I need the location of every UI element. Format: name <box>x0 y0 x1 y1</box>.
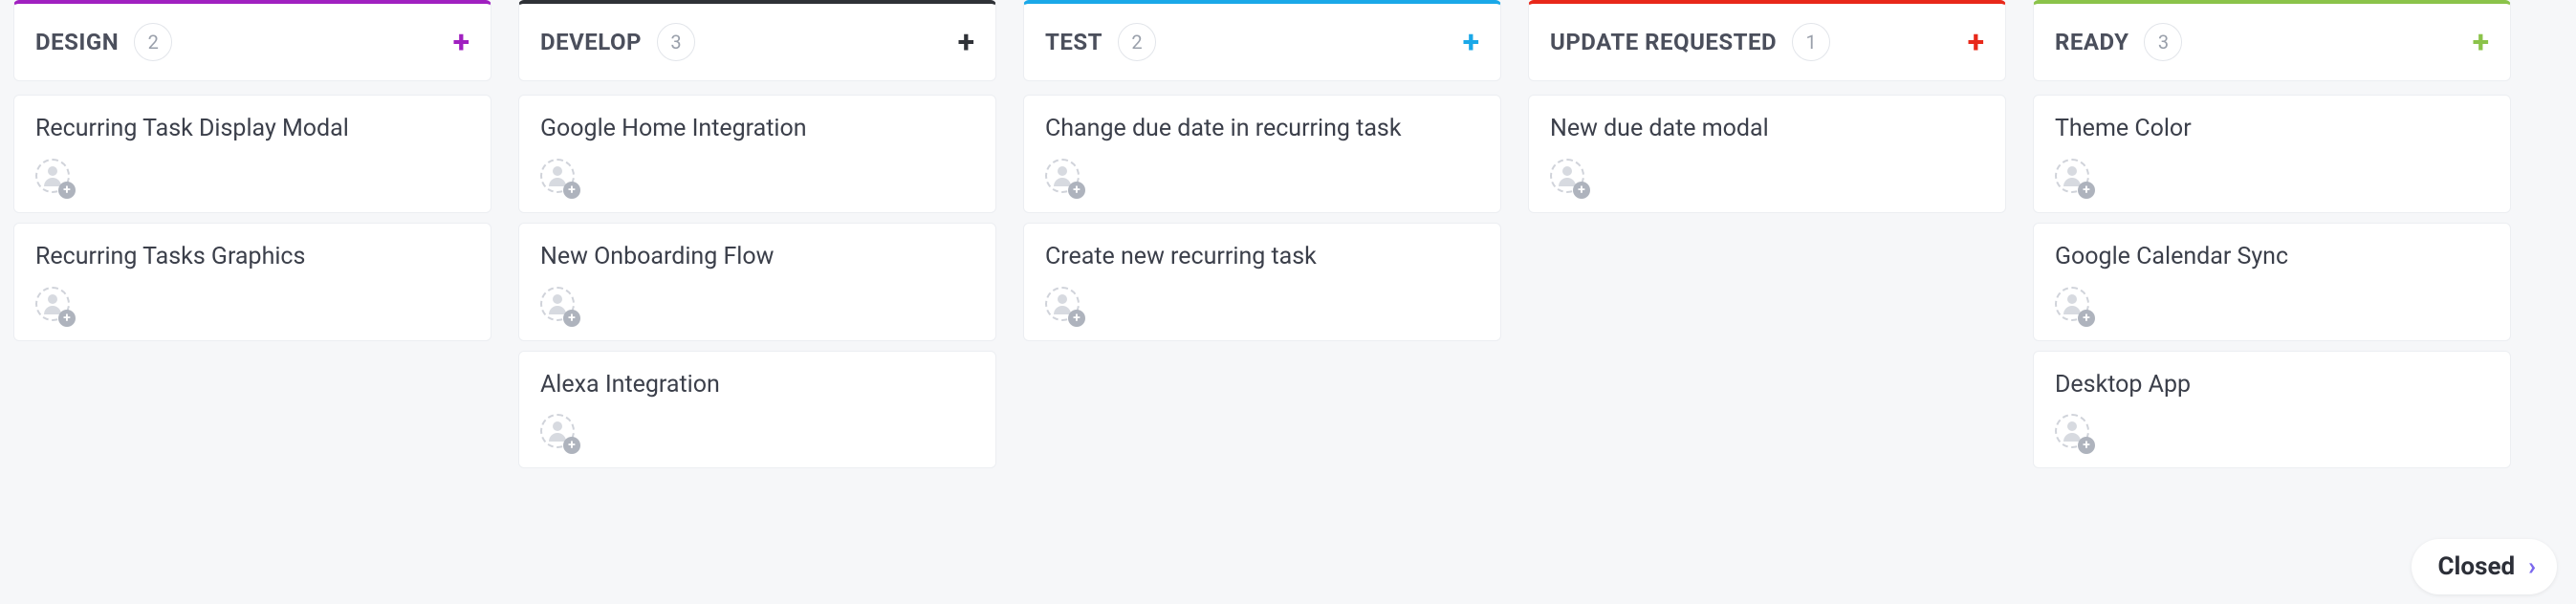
task-card[interactable]: Alexa Integration + <box>518 351 996 469</box>
column-count-badge: 2 <box>1118 23 1156 61</box>
task-title: Recurring Tasks Graphics <box>35 241 469 273</box>
column-header[interactable]: DEVELOP 3 + <box>518 0 996 81</box>
task-card[interactable]: Google Calendar Sync + <box>2033 223 2511 341</box>
plus-icon: + <box>1068 310 1085 327</box>
column-cards: Recurring Task Display Modal+Recurring T… <box>13 95 491 341</box>
task-title: Google Calendar Sync <box>2055 241 2489 273</box>
column-count-badge: 3 <box>2144 23 2182 61</box>
add-assignee-button[interactable]: + <box>540 414 579 452</box>
add-assignee-button[interactable]: + <box>1045 287 1083 325</box>
plus-icon: + <box>58 182 76 199</box>
task-title: Theme Color <box>2055 113 2489 145</box>
task-card[interactable]: Google Home Integration + <box>518 95 996 213</box>
add-assignee-button[interactable]: + <box>2055 159 2093 197</box>
column-title: READY <box>2055 29 2128 55</box>
add-assignee-button[interactable]: + <box>1045 159 1083 197</box>
column-header-left: DEVELOP 3 <box>540 23 695 61</box>
add-task-button[interactable]: + <box>958 27 974 57</box>
plus-icon: + <box>1068 182 1085 199</box>
task-title: New due date modal <box>1550 113 1984 145</box>
task-card[interactable]: New due date modal + <box>1528 95 2006 213</box>
add-assignee-button[interactable]: + <box>1550 159 1588 197</box>
task-card[interactable]: Recurring Task Display Modal + <box>13 95 491 213</box>
column-header-left: TEST 2 <box>1045 23 1156 61</box>
plus-icon: + <box>2078 182 2095 199</box>
column-design: DESIGN2+Recurring Task Display Modal+Rec… <box>13 0 491 341</box>
task-card[interactable]: Change due date in recurring task + <box>1023 95 1501 213</box>
chevron-right-icon: › <box>2528 552 2536 581</box>
column-count-badge: 3 <box>657 23 695 61</box>
plus-icon: + <box>1573 182 1590 199</box>
column-header-left: READY 3 <box>2055 23 2182 61</box>
task-title: Create new recurring task <box>1045 241 1479 273</box>
task-title: Google Home Integration <box>540 113 974 145</box>
column-ready: READY 3 + Theme Color + Google Calendar Sync +… <box>2033 0 2511 468</box>
task-card[interactable]: Recurring Tasks Graphics + <box>13 223 491 341</box>
task-card[interactable]: New Onboarding Flow + <box>518 223 996 341</box>
task-title: Change due date in recurring task <box>1045 113 1479 145</box>
add-assignee-button[interactable]: + <box>35 159 74 197</box>
plus-icon: + <box>2078 437 2095 454</box>
add-task-button[interactable]: + <box>2473 27 2489 57</box>
column-develop: DEVELOP3+Google Home Integration+New Onb… <box>518 0 996 468</box>
add-assignee-button[interactable]: + <box>540 159 579 197</box>
plus-icon: + <box>563 437 580 454</box>
task-title: Alexa Integration <box>540 369 974 401</box>
task-card[interactable]: Theme Color + <box>2033 95 2511 213</box>
column-title: TEST <box>1045 29 1102 55</box>
column-header[interactable]: DESIGN 2 + <box>13 0 491 81</box>
column-header-left: UPDATE REQUESTED 1 <box>1550 23 1830 61</box>
closed-label: Closed <box>2438 552 2516 581</box>
add-assignee-button[interactable]: + <box>2055 414 2093 452</box>
column-cards: Theme Color+Google Calendar Sync+Desktop… <box>2033 95 2511 468</box>
add-assignee-button[interactable]: + <box>540 287 579 325</box>
column-header[interactable]: TEST 2 + <box>1023 0 1501 81</box>
column-update-requested: UPDATE REQUESTED 1 + New due date modal + <box>1528 0 2006 213</box>
add-assignee-button[interactable]: + <box>35 287 74 325</box>
plus-icon: + <box>563 310 580 327</box>
column-cards: New due date modal + <box>1528 95 2006 213</box>
column-count-badge: 2 <box>134 23 172 61</box>
column-title: UPDATE REQUESTED <box>1550 29 1777 55</box>
task-title: Desktop App <box>2055 369 2489 401</box>
task-card[interactable]: Create new recurring task + <box>1023 223 1501 341</box>
add-assignee-button[interactable]: + <box>2055 287 2093 325</box>
column-title: DESIGN <box>35 29 119 55</box>
column-cards: Google Home Integration+New Onboarding F… <box>518 95 996 468</box>
closed-status-pill[interactable]: Closed › <box>2412 539 2557 594</box>
column-header[interactable]: READY 3 + <box>2033 0 2511 81</box>
add-task-button[interactable]: + <box>1968 27 1984 57</box>
column-title: DEVELOP <box>540 29 642 55</box>
kanban-board: DESIGN2+Recurring Task Display Modal+Rec… <box>13 0 2563 468</box>
add-task-button[interactable]: + <box>1463 27 1479 57</box>
column-count-badge: 1 <box>1792 23 1830 61</box>
plus-icon: + <box>563 182 580 199</box>
task-title: Recurring Task Display Modal <box>35 113 469 145</box>
column-header[interactable]: UPDATE REQUESTED 1 + <box>1528 0 2006 81</box>
column-cards: Change due date in recurring task+Create… <box>1023 95 1501 341</box>
column-header-left: DESIGN 2 <box>35 23 172 61</box>
add-task-button[interactable]: + <box>453 27 469 57</box>
column-test: TEST 2 + Change due date in recurring task +… <box>1023 0 1501 341</box>
plus-icon: + <box>2078 310 2095 327</box>
plus-icon: + <box>58 310 76 327</box>
task-card[interactable]: Desktop App + <box>2033 351 2511 469</box>
task-title: New Onboarding Flow <box>540 241 974 273</box>
